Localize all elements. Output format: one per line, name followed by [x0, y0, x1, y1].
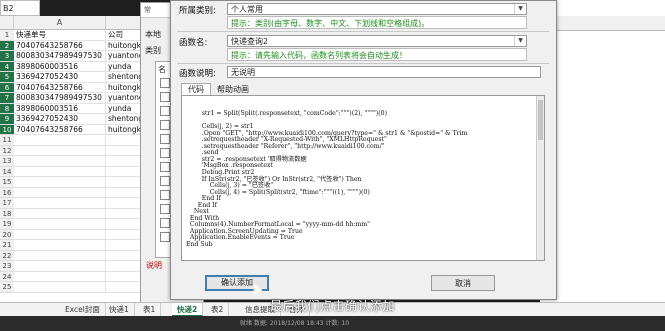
- row-header[interactable]: 20: [0, 229, 14, 240]
- checkbox[interactable]: [160, 106, 170, 116]
- chevron-down-icon[interactable]: ▼: [514, 36, 526, 46]
- table-cell[interactable]: 3369427052430: [14, 114, 106, 125]
- table-cell[interactable]: [14, 145, 106, 156]
- row-header[interactable]: 12: [0, 145, 14, 156]
- category-combo[interactable]: 个人常用 ▼: [227, 3, 527, 15]
- description-label: 函数说明:: [179, 69, 216, 79]
- row-header[interactable]: 5: [0, 72, 14, 83]
- back-dialog-label-category: 类别: [145, 46, 161, 55]
- checkbox[interactable]: [160, 78, 170, 88]
- table-cell[interactable]: [14, 208, 106, 219]
- row-header[interactable]: 24: [0, 271, 14, 282]
- row-header[interactable]: 22: [0, 250, 14, 261]
- table-cell[interactable]: [14, 156, 106, 167]
- table-cell[interactable]: 快递单号: [14, 30, 106, 41]
- row-header[interactable]: 8: [0, 103, 14, 114]
- row-header[interactable]: 19: [0, 219, 14, 230]
- code-editor[interactable]: str1 = Split(Split(.responsetext, "comCo…: [181, 95, 545, 261]
- code-tabs: 代码 帮助动画: [181, 83, 255, 96]
- row-header[interactable]: 16: [0, 187, 14, 198]
- table-cell[interactable]: [14, 219, 106, 230]
- video-subtitle: 最后我们点击确认添加: [270, 299, 396, 313]
- category-hint: 提示：类别(由字母、数字、中文、下划线和空格组成)。: [227, 16, 527, 29]
- table-cell[interactable]: [14, 187, 106, 198]
- category-value: 个人常用: [231, 5, 263, 14]
- table-cell[interactable]: 800830347989497530: [14, 93, 106, 104]
- status-bar: 就绪 数据: 2018/12/08 18:43 计数: 10: [0, 316, 665, 331]
- table-cell[interactable]: [14, 261, 106, 272]
- description-input[interactable]: 无说明: [227, 66, 541, 78]
- row-header[interactable]: 9: [0, 114, 14, 125]
- row-header[interactable]: 17: [0, 198, 14, 209]
- checkbox[interactable]: [160, 148, 170, 158]
- code-scrollbar[interactable]: [536, 96, 544, 260]
- back-dialog-label-local: 本地: [145, 30, 161, 39]
- row-header[interactable]: 10: [0, 124, 14, 135]
- table-cell[interactable]: [14, 135, 106, 146]
- row-header[interactable]: 2: [0, 40, 14, 51]
- table-cell[interactable]: 70407643258766: [14, 82, 106, 93]
- checkbox[interactable]: [160, 120, 170, 130]
- function-list-header: 名: [158, 65, 166, 74]
- help-link[interactable]: 说明: [146, 260, 162, 271]
- row-header[interactable]: 25: [0, 282, 14, 293]
- column-header-a[interactable]: A: [14, 16, 106, 30]
- table-cell[interactable]: [14, 271, 106, 282]
- row-header[interactable]: 21: [0, 240, 14, 251]
- row-header[interactable]: 4: [0, 61, 14, 72]
- cancel-button[interactable]: 取消: [431, 275, 495, 291]
- table-cell[interactable]: [14, 282, 106, 293]
- code-line: End Sub: [186, 241, 213, 249]
- status-text: 就绪 数据: 2018/12/08 18:43 计数: 10: [240, 320, 350, 327]
- sheet-tab[interactable]: 快递2: [172, 303, 204, 317]
- divider: [177, 63, 549, 64]
- table-cell[interactable]: 70407643258766: [14, 40, 106, 51]
- table-cell[interactable]: [14, 240, 106, 251]
- spreadsheet-right-area: [540, 0, 665, 302]
- table-cell[interactable]: [14, 250, 106, 261]
- table-cell[interactable]: [14, 198, 106, 209]
- function-name-hint: 提示：请先输入代码，函数名列表将会自动生成！: [227, 48, 527, 61]
- table-cell[interactable]: [14, 177, 106, 188]
- checkbox[interactable]: [160, 162, 170, 172]
- row-header[interactable]: 7: [0, 93, 14, 104]
- table-cell[interactable]: [14, 166, 106, 177]
- divider: [177, 31, 549, 32]
- function-name-combo[interactable]: 快递查询2 ▼: [227, 35, 527, 47]
- table-cell[interactable]: 3898060003516: [14, 61, 106, 72]
- category-label: 所属类别:: [179, 6, 216, 16]
- function-name-value: 快递查询2: [231, 37, 269, 46]
- select-all-corner[interactable]: [0, 16, 14, 30]
- table-cell[interactable]: [14, 229, 106, 240]
- sheet-tab[interactable]: 表2: [206, 303, 230, 317]
- function-name-label: 函数名:: [179, 38, 208, 48]
- row-header[interactable]: 15: [0, 177, 14, 188]
- row-header[interactable]: 14: [0, 166, 14, 177]
- sheet-tab[interactable]: Excel封面: [60, 303, 106, 317]
- table-cell[interactable]: 3898060003516: [14, 103, 106, 114]
- table-cell[interactable]: 3369427052430: [14, 72, 106, 83]
- checkbox[interactable]: [160, 218, 170, 228]
- add-function-dialog: 所属类别: 个人常用 ▼ 提示：类别(由字母、数字、中文、下划线和空格组成)。 …: [170, 0, 557, 300]
- checkbox[interactable]: [160, 176, 170, 186]
- chevron-down-icon[interactable]: ▼: [514, 4, 526, 14]
- row-header[interactable]: 1: [0, 30, 14, 41]
- checkbox[interactable]: [160, 134, 170, 144]
- sheet-tab[interactable]: 表1: [138, 303, 162, 317]
- checkbox[interactable]: [160, 232, 170, 242]
- row-header[interactable]: 3: [0, 51, 14, 62]
- row-header[interactable]: 18: [0, 208, 14, 219]
- table-cell[interactable]: 70407643258766: [14, 124, 106, 135]
- row-header[interactable]: 23: [0, 261, 14, 272]
- sheet-tab[interactable]: 快递1: [104, 303, 135, 317]
- checkbox[interactable]: [160, 92, 170, 102]
- row-header[interactable]: 13: [0, 156, 14, 167]
- name-box[interactable]: B2: [0, 0, 40, 16]
- checkbox[interactable]: [160, 204, 170, 214]
- checkbox[interactable]: [160, 190, 170, 200]
- row-header[interactable]: 6: [0, 82, 14, 93]
- row-header[interactable]: 11: [0, 135, 14, 146]
- table-cell[interactable]: 800830347989497530: [14, 51, 106, 62]
